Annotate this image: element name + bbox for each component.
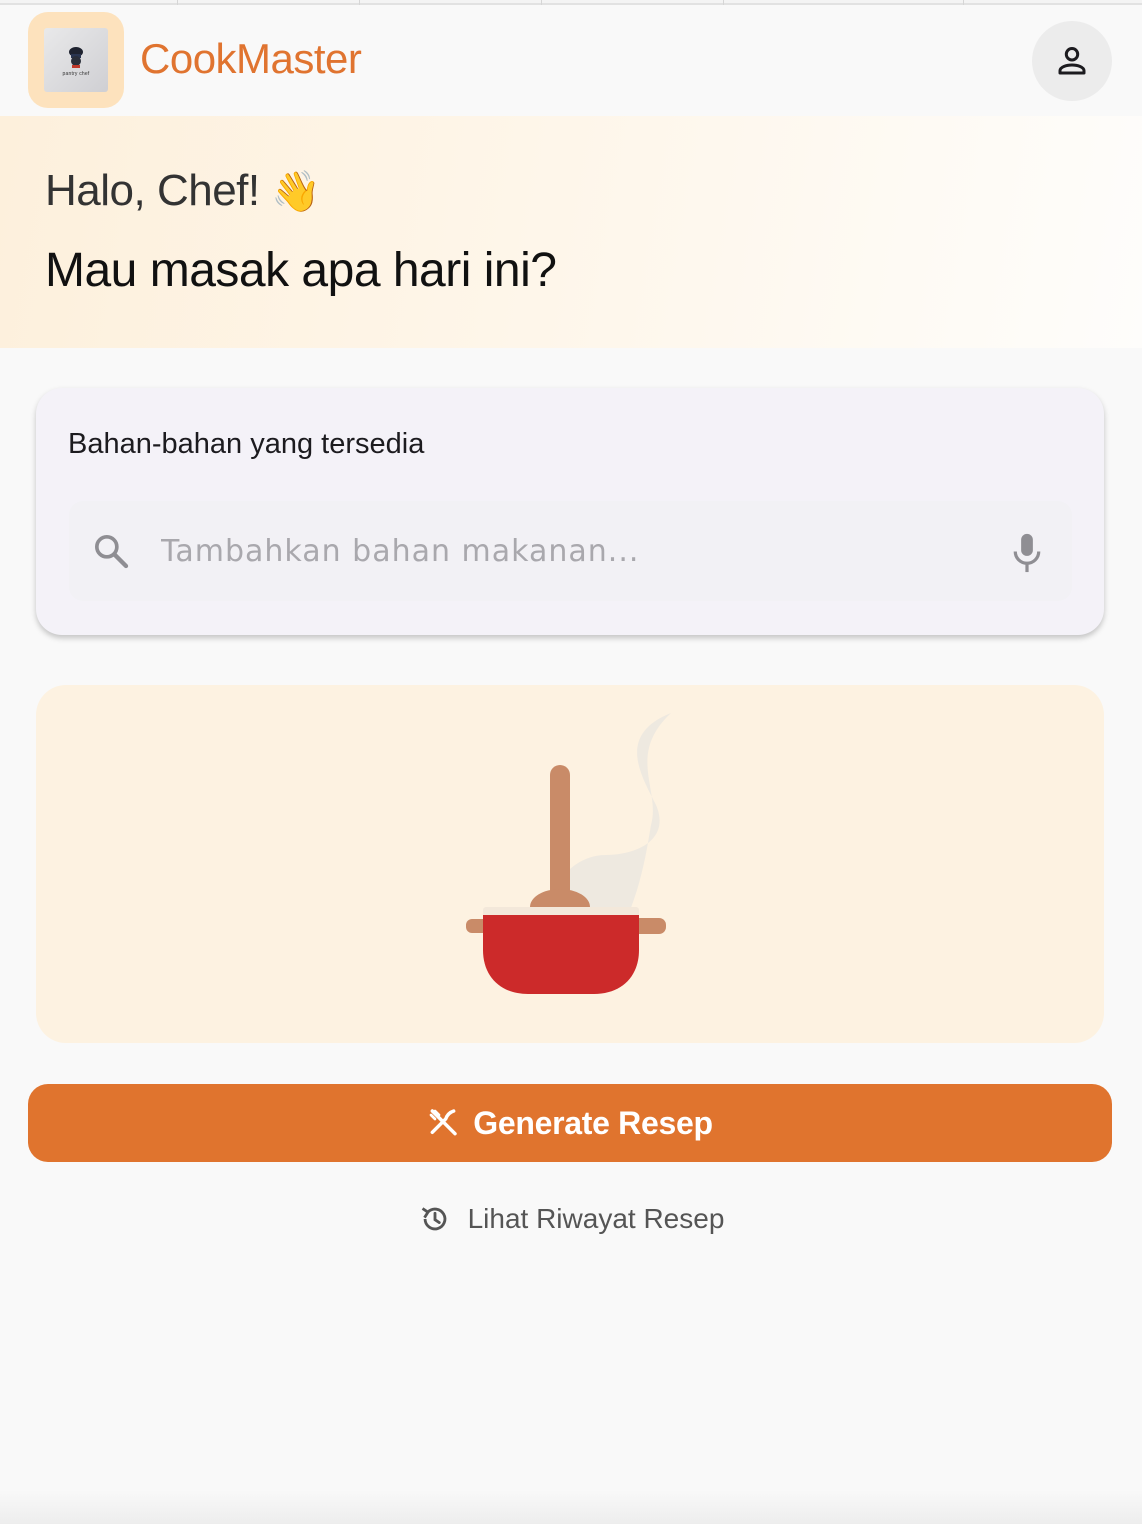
generate-button-label: Generate Resep: [473, 1104, 713, 1141]
history-link-label: Lihat Riwayat Resep: [467, 1203, 725, 1234]
app-bar: pantry chef CookMaster: [0, 5, 1142, 116]
ingredients-card: Bahan-bahan yang tersedia: [36, 388, 1104, 635]
pot-body: [483, 915, 639, 994]
hero-question: Mau masak apa hari ini?: [45, 244, 557, 297]
app-title: CookMaster: [140, 35, 362, 82]
app-logo[interactable]: pantry chef: [28, 12, 124, 108]
greeting-label: Halo, Chef!: [45, 166, 260, 215]
person-icon: [1058, 47, 1086, 75]
greeting-text: Halo, Chef! 👋: [45, 166, 321, 216]
hero-greeting: Halo, Chef! 👋 Mau masak apa hari ini?: [0, 116, 1142, 348]
ingredients-title: Bahan-bahan yang tersedia: [68, 428, 425, 460]
chef-logo-icon: pantry chef: [44, 28, 108, 92]
ingredient-search-input[interactable]: [161, 531, 981, 571]
history-icon: [421, 1207, 446, 1231]
mic-icon[interactable]: [1009, 531, 1045, 575]
waving-hand-icon: 👋: [271, 170, 321, 214]
profile-button[interactable]: [1032, 21, 1112, 101]
cooking-pot-illustration: [466, 713, 671, 994]
fork-knife-icon: [429, 1109, 457, 1136]
logo-text: pantry chef: [62, 70, 90, 77]
cooking-illustration-panel: [36, 685, 1104, 1043]
recipe-history-link[interactable]: Lihat Riwayat Resep: [0, 1196, 1142, 1242]
generate-recipe-button[interactable]: Generate Resep: [28, 1084, 1112, 1162]
search-icon: [95, 535, 129, 569]
bottom-shadow: [0, 1490, 1142, 1524]
ingredient-search-field[interactable]: [69, 501, 1072, 601]
